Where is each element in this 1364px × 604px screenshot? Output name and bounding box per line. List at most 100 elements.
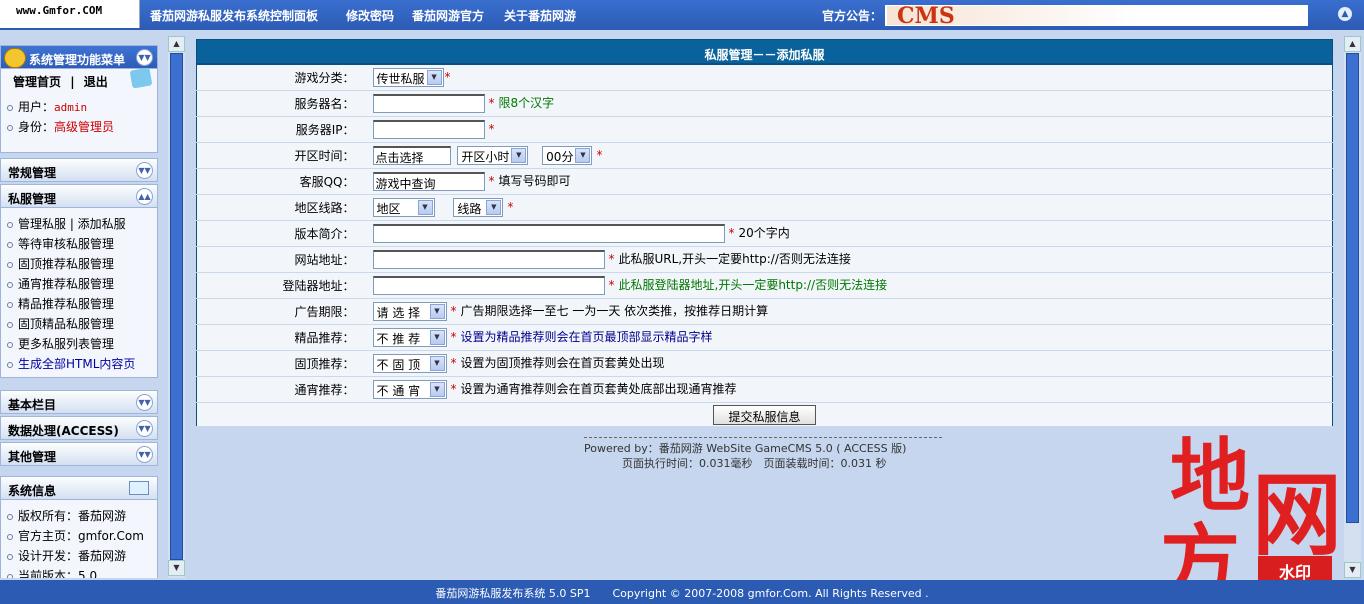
row-server-ip: 服务器IP： *	[196, 116, 1333, 143]
region-select[interactable]: 地区 ▼	[372, 198, 435, 217]
top-label: 固顶推荐：	[196, 350, 365, 377]
line-select[interactable]: 线路 ▼	[453, 198, 504, 217]
chevron-down-icon: ▼	[417, 200, 433, 215]
sidebar-item-top[interactable]: 固顶推荐私服管理	[1, 252, 157, 272]
chevron-down-icon: ▼	[486, 200, 502, 215]
qq-hint: 填写号码即可	[498, 174, 571, 188]
chevron-down-icon: ▼	[426, 70, 442, 85]
game-select[interactable]: 传世私服 ▼	[372, 68, 444, 87]
scroll-up-icon[interactable]: ▲	[1344, 36, 1361, 52]
section-regular[interactable]: 常规管理 ▼▼	[0, 158, 158, 182]
required-star: *	[507, 200, 514, 214]
featured-select[interactable]: 不 推 荐 ▼	[372, 328, 447, 347]
login-hint: 此私服登陆器地址,开头一定要http://否则无法连接	[618, 278, 888, 292]
section-basic[interactable]: 基本栏目 ▼▼	[0, 390, 158, 414]
row-ad: 广告期限： 请 选 择 ▼ * 广告期限选择一至七 一为一天 依次类推，按推荐日期计算	[196, 298, 1333, 325]
section-data[interactable]: 数据处理(ACCESS) ▼▼	[0, 416, 158, 440]
section-server[interactable]: 私服管理 ▲▲	[0, 184, 158, 208]
url-input[interactable]	[372, 250, 605, 269]
separator: |	[70, 75, 75, 89]
open-minute-select[interactable]: 00分 ▼	[542, 146, 593, 165]
row-qq: 客服QQ： 游戏中查询 * 填写号码即可	[196, 168, 1333, 195]
server-ip-label: 服务器IP：	[196, 116, 365, 143]
scroll-down-icon[interactable]: ▼	[168, 560, 185, 576]
required-star: *	[450, 304, 457, 318]
footer-copyright: 番茄网游私服发布系统 5.0 SP1 Copyright © 2007-2008…	[0, 580, 1364, 604]
scroll-up-icon[interactable]: ▲	[168, 36, 185, 52]
open-time-label: 开区时间：	[196, 142, 365, 169]
nav-about[interactable]: 关于番茄网游	[504, 7, 576, 24]
server-ip-input[interactable]	[372, 120, 485, 139]
sidebar-item-overnight[interactable]: 通宵推荐私服管理	[1, 272, 157, 292]
sidebar-item-featured[interactable]: 精品推荐私服管理	[1, 292, 157, 312]
required-star: *	[450, 330, 457, 344]
row-url: 网站地址： * 此私服URL,开头一定要http://否则无法连接	[196, 246, 1333, 273]
sidebar-item-top-featured[interactable]: 固顶精品私服管理	[1, 312, 157, 332]
ad-select[interactable]: 请 选 择 ▼	[372, 302, 447, 321]
chevron-down-icon: ▼	[429, 304, 445, 319]
row-intro: 版本简介： * 20个字内	[196, 220, 1333, 247]
notice-banner[interactable]: CMS	[885, 5, 1308, 26]
sidebar-item-pending[interactable]: 等待审核私服管理	[1, 232, 157, 252]
chevron-down-icon[interactable]: ▼▼	[136, 162, 153, 179]
sidebar-item-more[interactable]: 更多私服列表管理	[1, 332, 157, 352]
menu-logo-icon	[4, 48, 26, 68]
menu-title: 系统管理功能菜单	[29, 53, 126, 67]
server-name-input[interactable]	[372, 94, 485, 113]
ad-hint: 广告期限选择一至七 一为一天 依次类推，按推荐日期计算	[460, 304, 769, 318]
nav-change-password[interactable]: 修改密码	[346, 7, 394, 24]
chevron-down-icon[interactable]: ▼▼	[136, 49, 153, 66]
chevron-down-icon: ▼	[511, 148, 527, 163]
form-table: 游戏分类： 传世私服 ▼ * 服务器名： * 限8个汉字 服务器IP： * 开区时间：…	[196, 64, 1333, 427]
featured-hint: 设置为精品推荐则会在首页最顶部显示精品字样	[460, 330, 713, 344]
required-star: *	[608, 252, 615, 266]
qq-input[interactable]: 游戏中查询	[372, 172, 485, 191]
chevron-down-icon[interactable]: ▼▼	[136, 446, 153, 463]
section-other[interactable]: 其他管理 ▼▼	[0, 442, 158, 466]
top-select[interactable]: 不 固 顶 ▼	[372, 354, 447, 373]
chevron-down-icon: ▼	[429, 330, 445, 345]
add-server-form: 私服管理－－添加私服 游戏分类： 传世私服 ▼ * 服务器名： * 限8个汉字 服务器…	[196, 39, 1333, 427]
scroll-top-icon[interactable]: ▲	[1338, 7, 1352, 21]
open-hour-select[interactable]: 开区小时 ▼	[457, 146, 529, 165]
chevron-down-icon: ▼	[429, 356, 445, 371]
top-bar: www.Gmfor.COM 番茄网游私服发布系统控制面板 修改密码 番茄网游官方…	[0, 0, 1364, 30]
sysinfo-developer: 设计开发：番茄网游	[1, 544, 157, 564]
notice-banner-logo: CMS	[897, 5, 955, 26]
chevron-down-icon[interactable]: ▼▼	[136, 394, 153, 411]
login-label: 登陆器地址：	[196, 272, 365, 299]
section-sysinfo: 系统信息	[0, 476, 158, 500]
login-input[interactable]	[372, 276, 605, 295]
info-icon	[129, 481, 149, 495]
overnight-select[interactable]: 不 通 宵 ▼	[372, 380, 447, 399]
site-logo[interactable]: www.Gmfor.COM	[0, 0, 140, 28]
chevron-up-icon[interactable]: ▲▲	[136, 188, 153, 205]
url-label: 网站地址：	[196, 246, 365, 273]
game-label: 游戏分类：	[196, 64, 365, 91]
submit-button[interactable]: 提交私服信息	[713, 404, 816, 425]
sidebar-item-generate-html[interactable]: 生成全部HTML内容页	[1, 352, 157, 372]
open-date-input[interactable]: 点击选择	[372, 146, 451, 165]
nav-control-panel[interactable]: 番茄网游私服发布系统控制面板	[150, 7, 318, 24]
watermark: 地 网 方 水印	[1160, 420, 1360, 604]
nav-official-site[interactable]: 番茄网游官方	[412, 7, 484, 24]
required-star: *	[488, 122, 495, 136]
top-hint: 设置为固顶推荐则会在首页套黄处出现	[460, 356, 665, 370]
row-region: 地区线路： 地区 ▼ 线路 ▼ *	[196, 194, 1333, 221]
featured-label: 精品推荐：	[196, 324, 365, 351]
home-link[interactable]: 管理首页	[13, 75, 61, 89]
required-star: *	[488, 96, 495, 110]
server-name-label: 服务器名：	[196, 90, 365, 117]
intro-input[interactable]	[372, 224, 725, 243]
row-overnight: 通宵推荐： 不 通 宵 ▼ * 设置为通宵推荐则会在首页套黄处底部出现通宵推荐	[196, 376, 1333, 403]
sidebar-item-manage-add[interactable]: 管理私服 | 添加私服	[1, 212, 157, 232]
overnight-hint: 设置为通宵推荐则会在首页套黄处底部出现通宵推荐	[460, 382, 737, 396]
logout-link[interactable]: 退出	[84, 75, 108, 89]
notice-label: 官方公告：	[822, 9, 883, 23]
user-panel: 管理首页 | 退出 用户：admin 身份：高级管理员	[0, 67, 158, 153]
required-star: *	[450, 382, 457, 396]
server-name-hint: 限8个汉字	[498, 96, 555, 110]
qq-label: 客服QQ：	[196, 168, 365, 195]
chevron-down-icon[interactable]: ▼▼	[136, 420, 153, 437]
sidebar-scrollbar-thumb[interactable]	[170, 53, 183, 560]
